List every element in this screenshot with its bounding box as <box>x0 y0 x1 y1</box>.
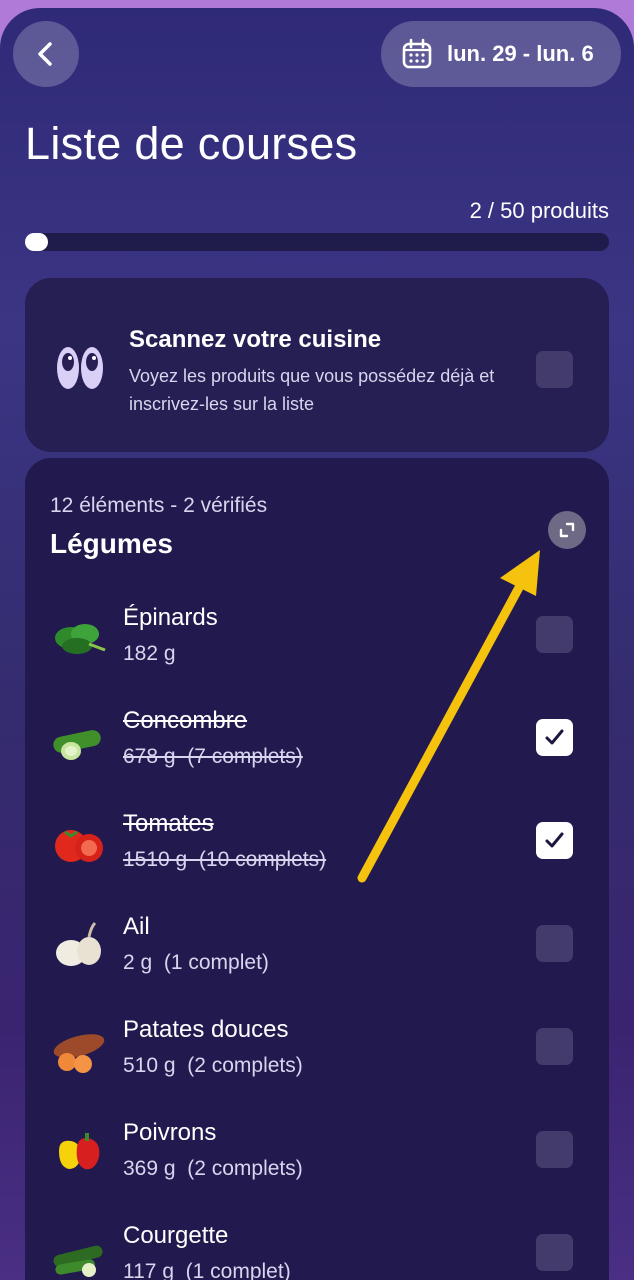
scan-kitchen-card[interactable]: Scannez votre cuisine Voyez les produits… <box>25 278 609 452</box>
item-name: Ail <box>123 913 150 940</box>
cucumber-icon <box>53 730 101 760</box>
list-item[interactable]: Ail 2 g (1 complet) <box>25 907 609 997</box>
item-checkbox[interactable] <box>536 1028 573 1065</box>
item-quantity: 678 g (7 complets) <box>123 745 303 768</box>
list-item[interactable]: Tomates 1510 g (10 complets) <box>25 804 609 894</box>
item-name: Concombre <box>123 707 248 734</box>
category-card: 12 éléments - 2 vérifiés Légumes Épinard… <box>25 458 609 1280</box>
list-item[interactable]: Courgette 117 g (1 complet) <box>25 1216 609 1280</box>
checkmark-icon <box>545 832 564 848</box>
item-checkbox[interactable] <box>536 1234 573 1271</box>
back-button[interactable] <box>13 21 79 87</box>
item-quantity: 369 g (2 complets) <box>123 1157 303 1180</box>
date-range-button[interactable]: lun. 29 - lun. 6 <box>381 21 621 87</box>
tomato-icon <box>55 830 103 862</box>
category-title: Légumes <box>50 528 173 559</box>
list-item[interactable]: Patates douces 510 g (2 complets) <box>25 1010 609 1100</box>
item-name: Épinards <box>123 604 218 631</box>
item-checkbox[interactable] <box>536 822 573 859</box>
item-quantity: 1510 g (10 complets) <box>123 848 327 871</box>
item-checkbox[interactable] <box>536 616 573 653</box>
item-checkbox[interactable] <box>536 925 573 962</box>
progress-count: 2 / 50 produits <box>469 198 609 223</box>
pepper-icon <box>59 1133 100 1170</box>
expand-icon <box>559 522 575 538</box>
garlic-icon <box>56 921 101 966</box>
scan-card-description: Voyez les produits que vous possédez déj… <box>129 366 495 414</box>
item-quantity: 2 g (1 complet) <box>123 951 269 974</box>
scan-card-title: Scannez votre cuisine <box>129 326 382 353</box>
list-item[interactable]: Concombre 678 g (7 complets) <box>25 701 609 791</box>
progress-fill <box>25 233 49 251</box>
sweet-potato-icon <box>53 1034 105 1073</box>
date-range-label: lun. 29 - lun. 6 <box>447 41 594 66</box>
list-item[interactable]: Poivrons 369 g (2 complets) <box>25 1113 609 1203</box>
item-name: Tomates <box>123 810 214 837</box>
item-quantity: 510 g (2 complets) <box>123 1054 303 1077</box>
progress-bar <box>25 233 609 251</box>
item-checkbox[interactable] <box>536 719 573 756</box>
spinach-icon <box>55 624 106 654</box>
list-item[interactable]: Épinards 182 g <box>25 598 609 688</box>
item-name: Patates douces <box>123 1016 289 1043</box>
category-meta: 12 éléments - 2 vérifiés <box>50 494 268 517</box>
calendar-icon <box>402 38 432 69</box>
scan-card-checkbox[interactable] <box>536 351 573 388</box>
item-quantity: 117 g (1 complet) <box>123 1260 291 1280</box>
item-name: Courgette <box>123 1222 229 1249</box>
app-screen: lun. 29 - lun. 6 Liste de courses 2 / 50… <box>0 8 634 1280</box>
item-quantity: 182 g <box>123 642 176 665</box>
eyes-icon <box>57 347 103 389</box>
checkmark-icon <box>545 729 564 745</box>
page-title: Liste de courses <box>25 118 358 169</box>
zucchini-icon <box>53 1245 103 1277</box>
item-name: Poivrons <box>123 1119 217 1146</box>
item-checkbox[interactable] <box>536 1131 573 1168</box>
chevron-left-icon <box>38 42 52 66</box>
expand-button[interactable] <box>548 511 586 549</box>
